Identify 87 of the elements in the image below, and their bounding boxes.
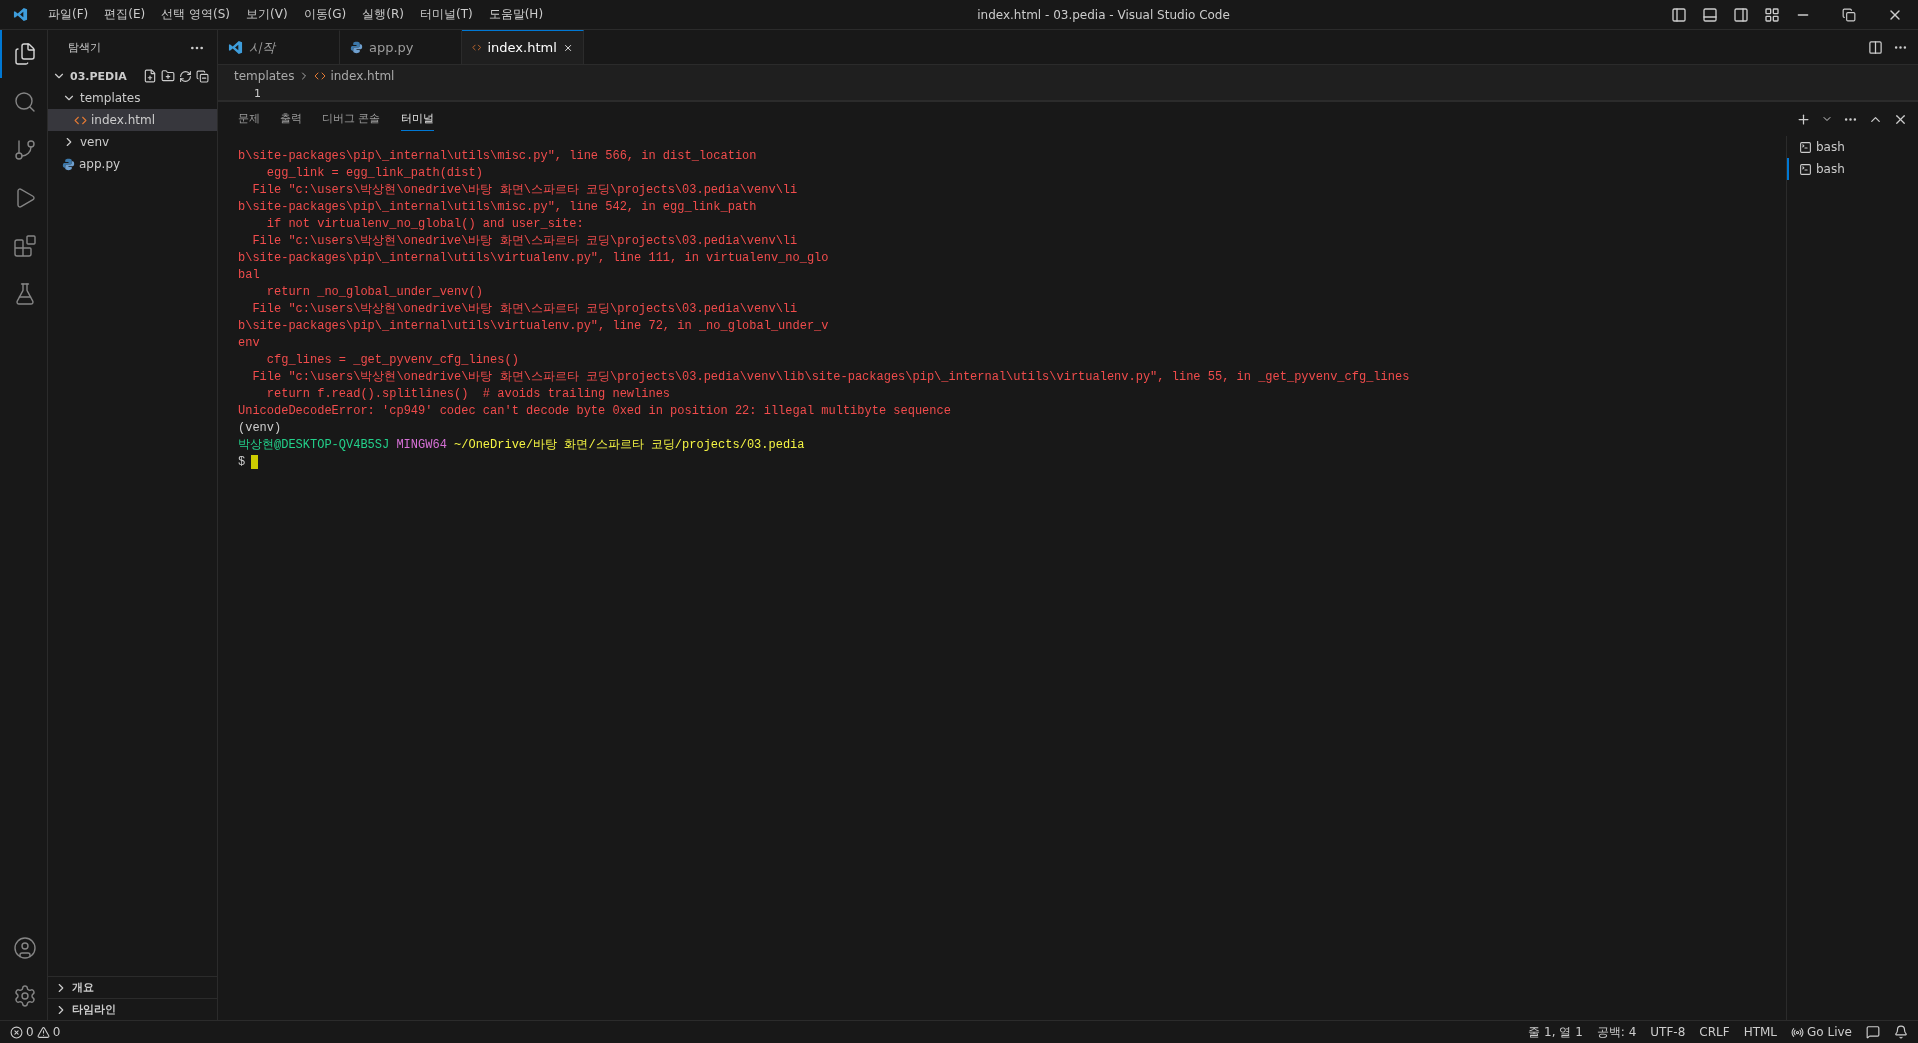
file-tree-item[interactable]: venv (48, 131, 217, 153)
sidebar-toggle-icon[interactable] (1671, 6, 1687, 23)
folder-name: 03.PEDIA (70, 69, 127, 83)
breadcrumb-item[interactable]: index.html (330, 69, 395, 83)
file-tree-item[interactable]: templates (48, 87, 217, 109)
new-file-icon[interactable] (143, 69, 157, 83)
bell-icon[interactable] (1894, 1025, 1908, 1039)
branch-icon[interactable] (12, 138, 37, 162)
terminal-line: File "c:\users\박상현\onedrive\바탕 화면\스파르타 코딩\projects\03.pedia\venv\li (251, 182, 799, 199)
menu-item[interactable]: 도움말(H) (480, 6, 552, 23)
terminal-line: if not virtualenv_no_global() and user_site: (265, 216, 585, 233)
python-icon (350, 41, 363, 54)
breadcrumb-item[interactable]: templates (234, 69, 295, 83)
panel-tab[interactable]: 출력 (280, 107, 302, 131)
warning-icon (36, 1025, 50, 1039)
prompt-user: 박상현@DESKTOP-QV4B5SJ (238, 438, 390, 452)
files-icon[interactable] (12, 42, 37, 66)
terminal-line: egg_link = egg_link_path(dist) (265, 165, 484, 182)
search-icon[interactable] (12, 90, 37, 114)
error-count: 0 (26, 1025, 34, 1039)
status-item[interactable]: HTML (1743, 1025, 1778, 1039)
file-tree-item[interactable]: app.py (48, 153, 217, 175)
terminal-session[interactable]: bash (1787, 136, 1906, 158)
python-icon (62, 157, 75, 171)
warning-count: 0 (52, 1025, 61, 1039)
terminal-line: b\site-packages\pip\_internal\utils\misc.py", line 566, in dist_location (238, 148, 758, 165)
terminal-line: return _no_global_under_venv() (265, 284, 484, 301)
terminal-line: b\site-packages\pip\_internal\utils\misc.py", line 542, in egg_link_path (238, 199, 758, 216)
vscode-logo-icon (228, 40, 243, 55)
feedback-icon[interactable] (1866, 1025, 1880, 1039)
prompt-symbol: $ (238, 455, 246, 469)
terminal-line: File "c:\users\박상현\onedrive\바탕 화면\스파르타 코딩\projects\03.pedia\venv\lib\site-packages\pip\_internal\utils\virtualenv.py", line 55, in _get_pyvenv_cfg_lines (251, 369, 1411, 386)
panel-tab[interactable]: 문제 (238, 107, 260, 131)
restore-icon[interactable] (1842, 7, 1856, 22)
layout-icon[interactable] (1764, 6, 1780, 23)
new-folder-icon[interactable] (161, 69, 175, 83)
code-icon (314, 70, 327, 82)
secondary-sidebar-icon[interactable] (1733, 6, 1749, 23)
terminal-line: cfg_lines = _get_pyvenv_cfg_lines() (265, 352, 520, 369)
section-header[interactable]: 개요 (48, 976, 217, 998)
terminal-line: (venv) (238, 420, 283, 437)
terminal-line: return f.read().splitlines() # avoids trailing newlines (265, 386, 672, 403)
menu-item[interactable]: 터미널(T) (411, 6, 481, 23)
file-tree-item[interactable]: index.html (48, 109, 217, 131)
status-item[interactable]: 공백: 4 (1596, 1023, 1637, 1041)
terminal-line: env (238, 335, 261, 352)
account-icon[interactable] (12, 936, 37, 960)
blocks-icon[interactable] (12, 234, 37, 258)
terminal-line: b\site-packages\pip\_internal\utils\virtualenv.py", line 72, in _no_global_under_v (238, 318, 830, 335)
sidebar-title: 탐색기 (68, 40, 101, 55)
panel-toggle-icon[interactable] (1702, 6, 1718, 23)
status-item[interactable]: CRLF (1699, 1025, 1730, 1039)
go-live-button[interactable]: Go Live (1791, 1025, 1852, 1039)
refresh-icon[interactable] (179, 69, 192, 83)
terminal-cursor (251, 454, 259, 469)
window-title: index.html - 03.pedia - Visual Studio Code (976, 7, 1231, 22)
folder-header[interactable]: 03.PEDIA (48, 65, 217, 87)
collapse-icon[interactable] (196, 69, 209, 83)
problems-indicator[interactable]: 0 0 (10, 1025, 61, 1039)
terminal-line: bal (238, 267, 261, 284)
terminal-line: b\site-packages\pip\_internal\utils\virtualenv.py", line 111, in virtualenv_no_glo (238, 250, 830, 267)
status-item[interactable]: UTF-8 (1650, 1025, 1686, 1039)
menu-item[interactable]: 실행(R) (354, 6, 412, 23)
menu-item[interactable]: 보기(V) (238, 6, 296, 23)
broadcast-icon (1791, 1025, 1805, 1039)
terminal-icon (1799, 140, 1812, 154)
prompt-path: ~/OneDrive/바탕 화면/스파르타 코딩/projects/03.pedia (454, 438, 805, 452)
terminal-line: UnicodeDecodeError: 'cp949' codec can't decode byte 0xed in position 22: illegal multibyte sequence (238, 403, 952, 420)
prompt-system: MINGW64 (396, 438, 447, 452)
terminal-line: File "c:\users\박상현\onedrive\바탕 화면\스파르타 코딩\projects\03.pedia\venv\li (251, 233, 799, 250)
line-number: 1 (254, 87, 261, 100)
new-terminal-icon[interactable] (1796, 111, 1811, 127)
panel-tab[interactable]: 디버그 콘솔 (322, 107, 381, 131)
panel-tab[interactable]: 터미널 (400, 107, 434, 131)
menu-item[interactable]: 편집(E) (96, 6, 154, 23)
vscode-logo-icon (12, 7, 28, 22)
status-item[interactable]: 줄 1, 열 1 (1528, 1023, 1583, 1041)
menu-item[interactable]: 선택 영역(S) (153, 6, 238, 23)
menu-item[interactable]: 이동(G) (295, 6, 355, 23)
terminal-line: File "c:\users\박상현\onedrive\바탕 화면\스파르타 코딩\projects\03.pedia\venv\li (251, 301, 799, 318)
split-editor-icon[interactable] (1868, 39, 1883, 55)
settings-icon[interactable] (12, 984, 37, 1008)
terminal-icon (1799, 162, 1812, 176)
menu-item[interactable]: 파일(F) (40, 6, 97, 23)
editor-tab[interactable]: index.html (462, 30, 584, 64)
terminal-session[interactable]: bash (1787, 158, 1906, 180)
error-icon (10, 1025, 23, 1039)
